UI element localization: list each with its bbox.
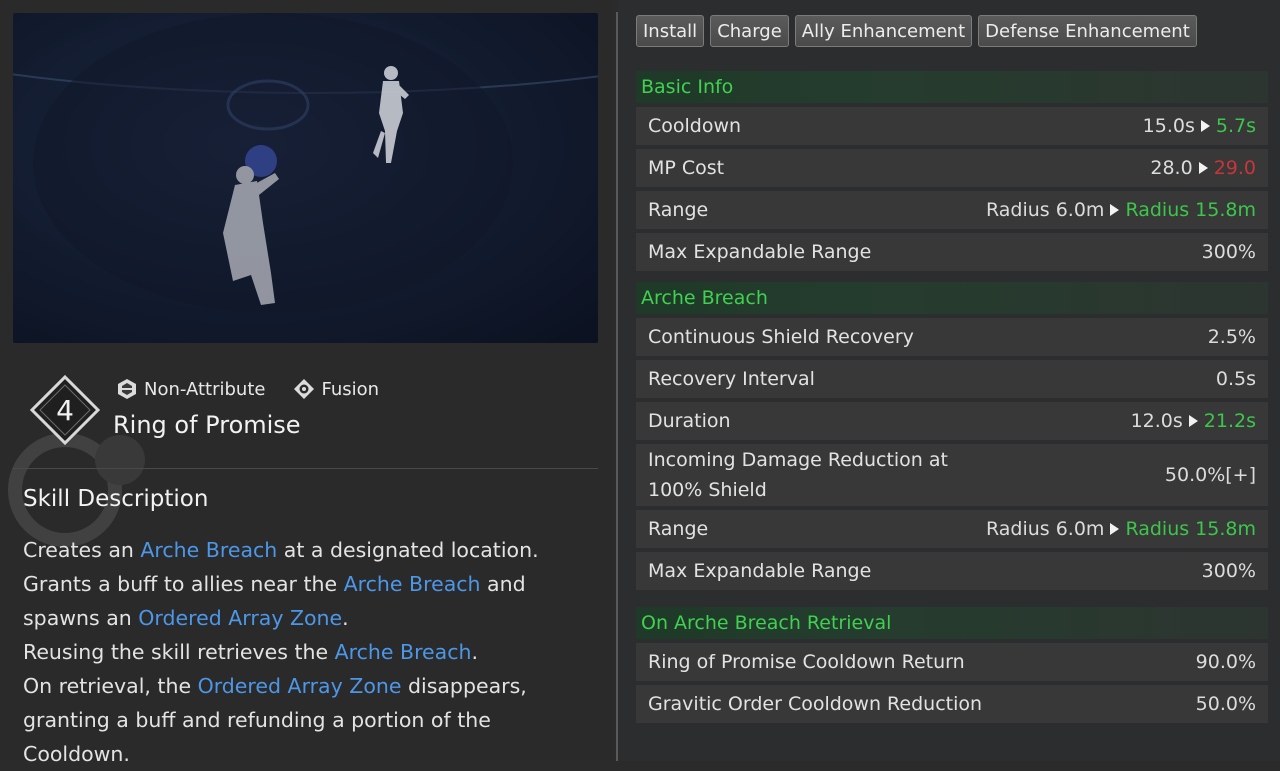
stat-base-value: 12.0s: [1130, 410, 1183, 432]
stat-value: Radius 6.0m Radius 15.8m: [986, 518, 1256, 540]
stat-row: Max Expandable Range 300%: [636, 233, 1268, 271]
stat-label: Range: [648, 199, 709, 221]
attribute-label: Non-Attribute: [144, 378, 266, 400]
stat-row: Recovery Interval 0.5s: [636, 360, 1268, 398]
description-text: spawns an: [23, 606, 139, 630]
keyword-link[interactable]: Ordered Array Zone: [198, 674, 402, 698]
arrow-right-icon: [1200, 120, 1210, 132]
keyword-link[interactable]: Arche Breach: [140, 538, 277, 562]
stat-base-value: 28.0: [1150, 157, 1193, 179]
stat-modified-value: Radius 15.8m: [1125, 199, 1256, 221]
stat-row: Incoming Damage Reduction at 100% Shield…: [636, 444, 1268, 506]
stat-value: 300%: [1202, 560, 1256, 582]
stat-label: Ring of Promise Cooldown Return: [648, 651, 965, 673]
stat-value: 15.0s 5.7s: [1143, 115, 1256, 137]
tier-number: 4: [56, 394, 74, 427]
stat-row: Gravitic Order Cooldown Reduction 50.0%: [636, 685, 1268, 723]
stat-row: Duration 12.0s 21.2s: [636, 402, 1268, 440]
stat-value-text: 2.5%: [1207, 326, 1256, 348]
skill-attributes: Non-Attribute Fusion: [116, 378, 379, 400]
preview-scene: [13, 13, 598, 313]
arrow-right-icon: [1110, 523, 1120, 535]
stat-label: Max Expandable Range: [648, 560, 872, 582]
tab-defense-enhancement[interactable]: Defense Enhancement: [978, 15, 1197, 47]
tab-install[interactable]: Install: [636, 15, 705, 47]
stat-modified-value: 21.2s: [1203, 410, 1256, 432]
tab-ally-enhancement[interactable]: Ally Enhancement: [794, 15, 973, 47]
keyword-link[interactable]: Arche Breach: [344, 572, 481, 596]
stat-value-text: 0.5s: [1215, 368, 1256, 390]
description-text: On retrieval, the: [23, 674, 198, 698]
stat-base-value: Radius 6.0m: [985, 518, 1105, 540]
stat-label: Cooldown: [648, 115, 742, 137]
stat-row: Range Radius 6.0m Radius 15.8m: [636, 510, 1268, 548]
fusion-icon: [294, 379, 315, 399]
description-text: and: [480, 572, 526, 596]
stat-value: 50.0%[+]: [1165, 464, 1256, 486]
stat-label: Gravitic Order Cooldown Reduction: [648, 693, 983, 715]
skill-preview-video[interactable]: [13, 13, 598, 343]
stat-label: Range: [648, 518, 709, 540]
keyword-link[interactable]: Ordered Array Zone: [138, 606, 342, 630]
skill-description-title: Skill Description: [23, 486, 209, 512]
stat-value: 12.0s 21.2s: [1131, 410, 1256, 432]
stat-value: 2.5%: [1208, 326, 1256, 348]
stat-row: Cooldown 15.0s 5.7s: [636, 107, 1268, 145]
description-text: Creates an: [23, 538, 141, 562]
skill-description-text: Creates an Arche Breach at a designated …: [23, 533, 603, 771]
stat-label: MP Cost: [648, 157, 725, 179]
tab-charge[interactable]: Charge: [710, 15, 789, 47]
stat-value: 28.0 29.0: [1150, 157, 1256, 179]
stat-modified-value: 29.0: [1213, 157, 1256, 179]
stat-row: Max Expandable Range 300%: [636, 552, 1268, 590]
stat-label: Duration: [648, 410, 731, 432]
stat-label: Recovery Interval: [648, 368, 815, 390]
stat-value-text: 300%: [1201, 560, 1256, 582]
stat-value: 300%: [1202, 241, 1256, 263]
stat-value-text: 90.0%: [1195, 651, 1256, 673]
skill-name: Ring of Promise: [113, 411, 301, 439]
description-text: .: [471, 640, 479, 664]
stat-label: Max Expandable Range: [648, 241, 872, 263]
section-basic-title: Basic Info: [636, 71, 1268, 103]
stat-row: Ring of Promise Cooldown Return 90.0%: [636, 643, 1268, 681]
stat-value: 90.0%: [1196, 651, 1256, 673]
stat-row: Range Radius 6.0m Radius 15.8m: [636, 191, 1268, 229]
stat-value-text: 50.0%: [1195, 693, 1256, 715]
non-attribute-icon: [118, 379, 136, 399]
tier-badge: 4: [30, 375, 100, 445]
skill-stats-panel: Install Charge Ally Enhancement Defense Enh…: [618, 0, 1280, 761]
arrow-right-icon: [1188, 415, 1198, 427]
stat-base-value: Radius 6.0m: [985, 199, 1105, 221]
stat-label: Continuous Shield Recovery: [648, 326, 914, 348]
description-text: .: [342, 606, 349, 630]
keyword-link[interactable]: Arche Breach: [335, 640, 472, 664]
arrow-right-icon: [1110, 204, 1120, 216]
description-text: at a designated location.: [277, 538, 539, 562]
description-text: Cooldown.: [23, 742, 130, 766]
description-text: disappears,: [401, 674, 527, 698]
arrow-right-icon: [1198, 162, 1208, 174]
stat-row: Continuous Shield Recovery 2.5%: [636, 318, 1268, 356]
stat-value: 50.0%: [1196, 693, 1256, 715]
divider: [13, 468, 598, 469]
section-breach-title: Arche Breach: [636, 282, 1268, 314]
description-text: Grants a buff to allies near the: [23, 572, 344, 596]
stat-modified-value: 5.7s: [1215, 115, 1256, 137]
stat-base-value: 15.0s: [1142, 115, 1195, 137]
stat-row: MP Cost 28.0 29.0: [636, 149, 1268, 187]
description-text: Reusing the skill retrieves the: [23, 640, 335, 664]
stat-value-text[interactable]: 50.0%[+]: [1165, 464, 1256, 486]
enhancement-tabs: Install Charge Ally Enhancement Defense Enh…: [636, 15, 1197, 47]
skill-info-panel: 4 Non-Attribute Fusion Ring of Promise S…: [0, 0, 612, 766]
stat-label: Incoming Damage Reduction at 100% Shield: [648, 449, 948, 501]
type-label: Fusion: [321, 378, 380, 400]
stat-value: 0.5s: [1216, 368, 1256, 390]
stat-value-text: 300%: [1201, 241, 1256, 263]
stat-modified-value: Radius 15.8m: [1125, 518, 1256, 540]
description-text: granting a buff and refunding a portion …: [23, 708, 491, 732]
section-retrieval-title: On Arche Breach Retrieval: [636, 607, 1268, 639]
stat-value: Radius 6.0m Radius 15.8m: [986, 199, 1256, 221]
